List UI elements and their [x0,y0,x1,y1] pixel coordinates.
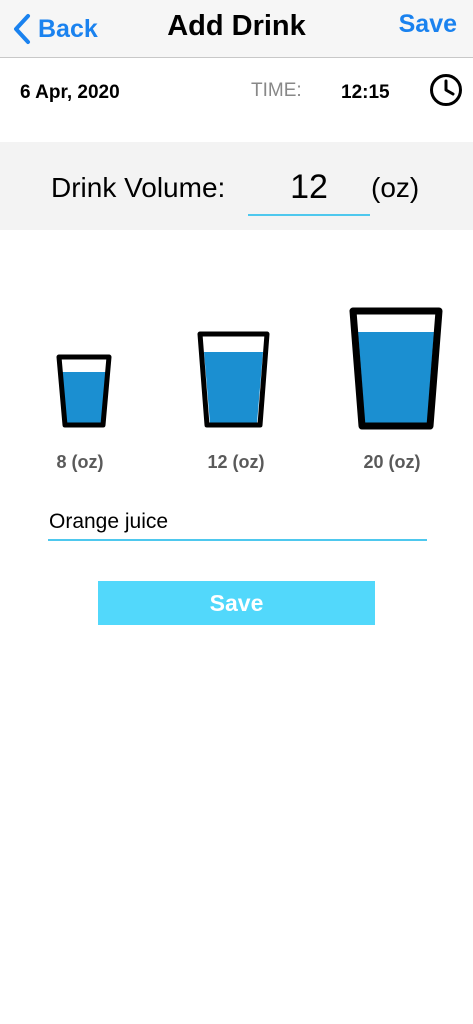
small-glass-icon[interactable] [56,354,112,428]
navigation-bar: Back Add Drink Save [0,0,473,58]
preset-label-medium[interactable]: 12 (oz) [186,452,286,473]
medium-glass-icon[interactable] [197,331,270,428]
large-glass-icon[interactable] [349,307,443,430]
add-drink-screen: Back Add Drink Save 6 Apr, 2020 TIME: 12… [0,0,473,1024]
preset-label-small[interactable]: 8 (oz) [30,452,130,473]
drink-volume-input[interactable] [248,160,370,216]
date-value[interactable]: 6 Apr, 2020 [20,82,120,104]
time-label: TIME: [251,80,302,101]
drink-volume-label: Drink Volume: [51,172,226,203]
datetime-row: 6 Apr, 2020 TIME: 12:15 [0,58,473,124]
drink-volume-unit: (oz) [371,172,420,203]
nav-save-button[interactable]: Save [399,10,457,39]
time-value[interactable]: 12:15 [341,82,390,104]
preset-label-large[interactable]: 20 (oz) [342,452,442,473]
save-button[interactable]: Save [98,581,375,625]
clock-icon[interactable] [429,73,463,107]
drink-name-input[interactable] [48,507,427,541]
drink-volume-section: Drink Volume: (oz) [0,142,473,230]
